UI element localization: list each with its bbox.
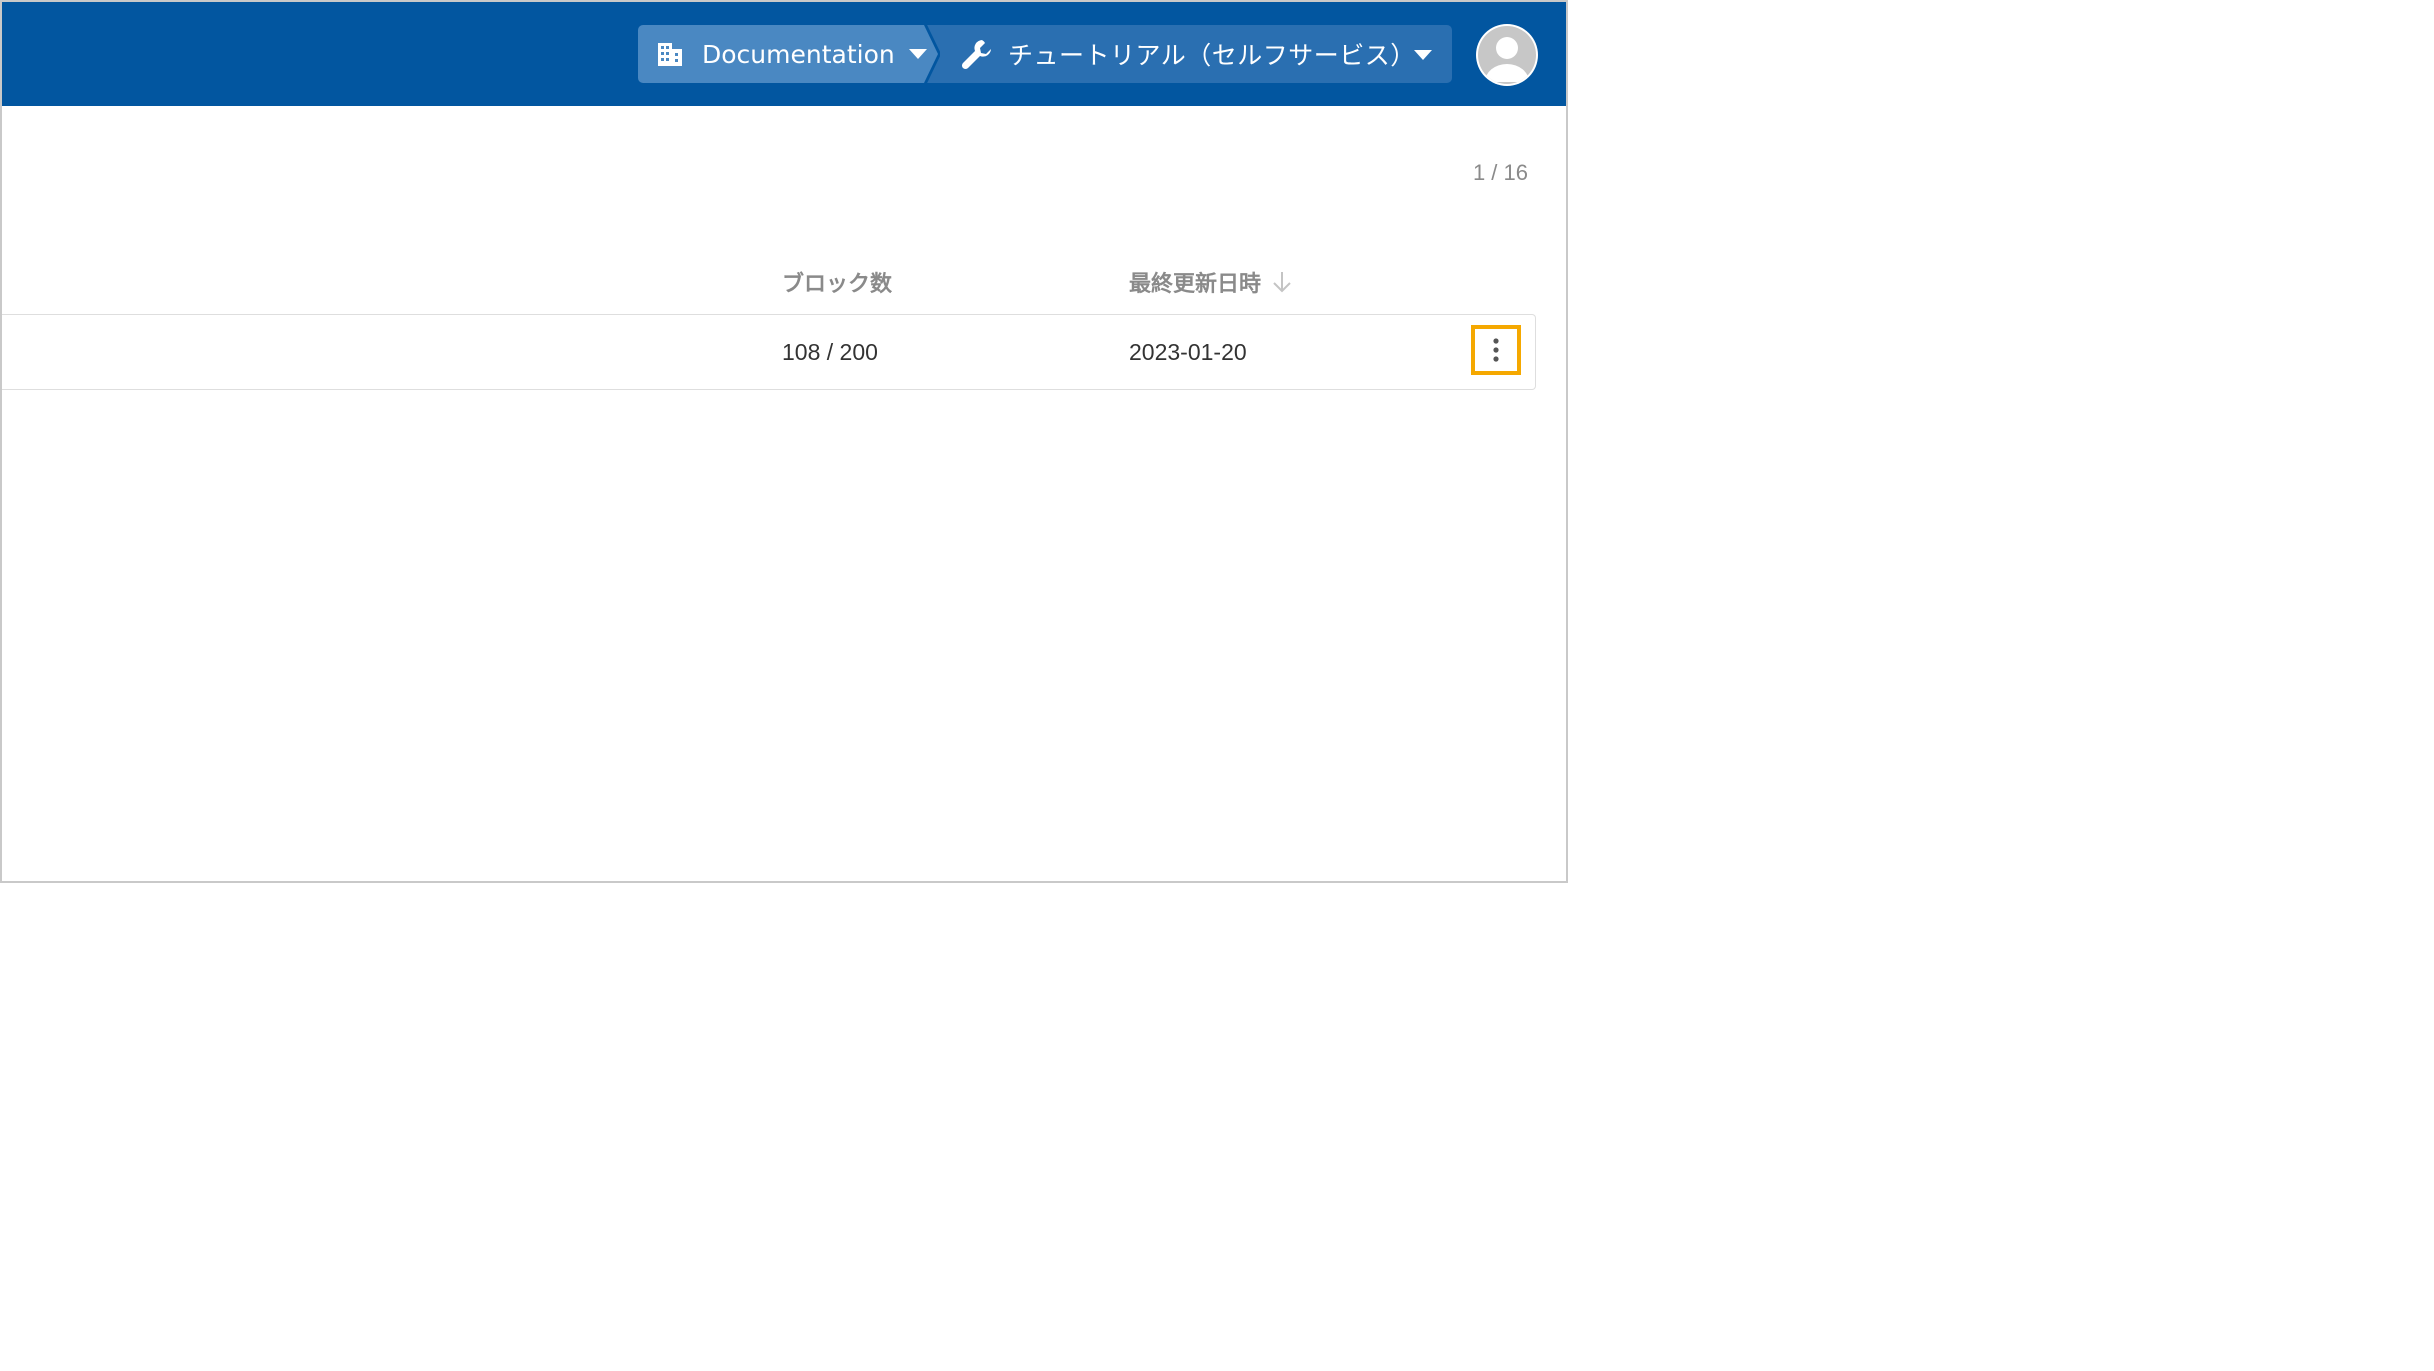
arrow-down-icon — [1271, 270, 1293, 294]
app-window: Documentation チュートリアル（セルフサービス） 1 / 16 ブロ… — [0, 0, 1568, 883]
table-row[interactable]: 108 / 200 2023-01-20 — [2, 314, 1536, 390]
column-header-label: ブロック数 — [782, 272, 893, 297]
kebab-menu-icon — [1492, 337, 1500, 363]
workspace-label: Documentation — [702, 39, 895, 69]
chevron-down-icon — [908, 49, 927, 59]
row-menu-button[interactable] — [1471, 325, 1521, 375]
breadcrumb: Documentation チュートリアル（セルフサービス） — [638, 25, 1452, 83]
column-header-blocks[interactable]: ブロック数 — [782, 266, 892, 298]
column-header-last-updated[interactable]: 最終更新日時 — [1129, 266, 1293, 298]
breadcrumb-separator — [926, 25, 940, 83]
workspace-selector[interactable]: Documentation — [638, 25, 938, 83]
cell-block-count: 108 / 200 — [782, 339, 878, 365]
chevron-down-icon — [1414, 50, 1432, 60]
column-header-label: 最終更新日時 — [1129, 272, 1262, 297]
wrench-icon — [960, 37, 994, 71]
top-navigation-bar: Documentation チュートリアル（セルフサービス） — [2, 2, 1566, 106]
building-icon — [656, 40, 684, 68]
project-label: チュートリアル（セルフサービス） — [1008, 41, 1416, 70]
project-selector[interactable]: チュートリアル（セルフサービス） — [926, 25, 1452, 83]
user-avatar-icon[interactable] — [1476, 24, 1538, 86]
pagination-indicator: 1 / 16 — [1472, 160, 1528, 185]
cell-last-updated: 2023-01-20 — [1129, 339, 1247, 365]
